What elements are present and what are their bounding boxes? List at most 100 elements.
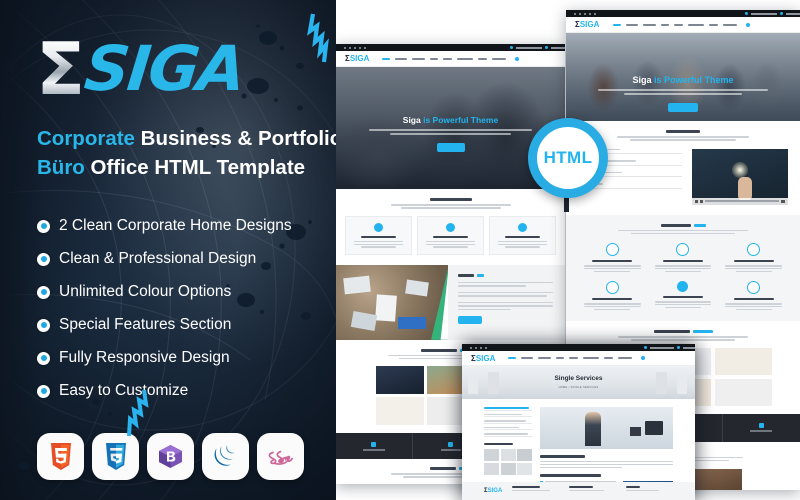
mock1-search-icon[interactable]	[515, 56, 520, 61]
mock3-service-list[interactable]	[484, 407, 532, 437]
sass-badge	[257, 433, 304, 480]
list-item: 2 Clean Corporate Home Designs	[37, 211, 336, 241]
mock1-nav-links[interactable]	[382, 57, 507, 60]
mock2-search-icon[interactable]	[746, 22, 751, 27]
mock2-services-section	[566, 214, 800, 322]
mock1-about-photo	[336, 264, 448, 340]
mock1-nav-logo[interactable]: Σ SIGA	[345, 54, 369, 63]
mock1-features-title	[429, 198, 472, 201]
bullet-icon	[37, 351, 50, 365]
sass-icon	[266, 446, 296, 468]
mock2-topbar-social	[574, 12, 596, 15]
mock1-topbar-contact	[510, 46, 565, 49]
sigma-icon: Σ	[36, 27, 85, 111]
mock2-topbar	[566, 10, 800, 17]
list-item: Special Features Section	[37, 310, 336, 340]
mock1-hero-subtext	[363, 129, 537, 135]
mock1-feature-card[interactable]	[417, 215, 484, 255]
list-item: Unlimited Colour Options	[37, 277, 336, 307]
mock3-nav-links[interactable]	[508, 357, 633, 359]
mock1-topbar-social	[344, 46, 366, 49]
mock3-footer-logo[interactable]: Σ SIGA	[484, 486, 502, 496]
portfolio-thumb[interactable]	[376, 397, 424, 426]
mock3-topbar-contact	[644, 346, 695, 349]
mock2-hero-button[interactable]	[668, 103, 698, 112]
mock1-feature-cards	[336, 215, 565, 255]
mock1-navbar[interactable]: Σ SIGA	[336, 51, 565, 67]
mock3-breadcrumb[interactable]: HOME / SINGLE SERVICES	[462, 386, 695, 389]
mock2-hero: Siga is Powerful Theme	[566, 33, 800, 121]
mock2-nav-links[interactable]	[613, 23, 738, 26]
feature-list: 2 Clean Corporate Home Designs Clean & P…	[37, 211, 336, 409]
mock1-features-section	[336, 189, 565, 265]
lightning-bolt-icon	[306, 12, 336, 64]
bullet-icon	[37, 285, 50, 299]
css3-icon	[104, 443, 128, 470]
bullet-icon	[37, 318, 50, 332]
service-item[interactable]	[721, 243, 786, 273]
mock1-topbar	[336, 44, 565, 51]
stat-item	[723, 414, 800, 442]
bootstrap-badge	[147, 433, 194, 480]
mock3-page-banner: Single Services HOME / SINGLE SERVICES	[462, 366, 695, 399]
mock1-about-text	[448, 264, 565, 340]
list-item: Clean & Professional Design	[37, 244, 336, 274]
mock3-navbar[interactable]: Σ SIGA	[462, 351, 695, 366]
mock2-about-title	[666, 130, 700, 133]
mock3-topbar-social	[470, 346, 487, 349]
mock1-feature-card[interactable]	[489, 215, 556, 255]
mock1-hero-button[interactable]	[436, 143, 465, 152]
logo: Σ SIGA	[36, 27, 248, 111]
mock2-hero-title: Siga is Powerful Theme	[632, 75, 734, 85]
promo-banner: Σ SIGA Siga is Powerful Theme Σ SIGA Sig…	[0, 0, 800, 500]
logo-wordmark: SIGA	[81, 32, 248, 105]
mock3-recent-projects[interactable]	[484, 449, 532, 475]
service-item[interactable]	[580, 281, 645, 311]
mock2-topbar-contact	[745, 12, 800, 15]
stat-item	[336, 433, 413, 460]
feature-label: Special Features Section	[59, 316, 232, 333]
bullet-icon	[37, 384, 50, 398]
jquery-icon	[213, 444, 239, 470]
portfolio-thumb[interactable]	[715, 378, 772, 406]
mock2-navbar[interactable]: Σ SIGA	[566, 17, 800, 33]
feature-label: Clean & Professional Design	[59, 250, 257, 267]
mock1-hero-title: Siga is Powerful Theme	[402, 115, 499, 125]
html5-badge	[37, 433, 84, 480]
headline-line-2: Büro Office HTML Template	[37, 156, 306, 179]
mock3-topbar	[462, 344, 695, 351]
mock2-video[interactable]	[692, 148, 788, 205]
portfolio-thumb[interactable]	[715, 347, 772, 375]
mock3-footer: Σ SIGA	[462, 482, 695, 500]
portfolio-thumb[interactable]	[376, 366, 424, 395]
mock1-about-section	[336, 264, 565, 340]
service-item[interactable]	[651, 281, 716, 310]
mock3-page-title: Single Services	[554, 375, 603, 382]
bullet-icon	[37, 219, 50, 233]
mockup-single-services[interactable]: Σ SIGA Single Services HOME / SINGLE SERV…	[462, 344, 695, 500]
service-item[interactable]	[580, 243, 645, 273]
mock3-search-icon[interactable]	[641, 356, 646, 360]
list-item: Easy to Customize	[37, 376, 336, 406]
service-item[interactable]	[721, 281, 786, 311]
mock3-main-photo	[540, 407, 673, 449]
service-item[interactable]	[651, 243, 716, 273]
html5-icon	[49, 443, 73, 470]
css3-badge	[92, 433, 139, 480]
page-title: Corporate Business & Portfolio Büro Offi…	[37, 124, 336, 182]
html-badge: HTML	[528, 118, 608, 198]
feature-label: Unlimited Colour Options	[59, 283, 232, 300]
mock2-hero-subtext	[594, 89, 772, 95]
mock3-nav-logo[interactable]: Σ SIGA	[471, 354, 495, 363]
left-info-panel: Σ SIGA Corporate Business & Portfolio Bü…	[0, 0, 336, 500]
mock1-feature-card[interactable]	[345, 215, 412, 255]
feature-label: 2 Clean Corporate Home Designs	[59, 217, 292, 234]
bootstrap-icon	[157, 443, 184, 470]
feature-label: Fully Responsive Design	[59, 349, 230, 366]
mock1-about-button[interactable]	[458, 316, 482, 325]
mock2-services-grid[interactable]	[566, 243, 800, 311]
mock2-nav-logo[interactable]: Σ SIGA	[575, 20, 599, 29]
headline-line-1: Corporate Business & Portfolio	[37, 127, 336, 150]
list-item: Fully Responsive Design	[37, 343, 336, 373]
tech-badge-row	[37, 433, 304, 480]
